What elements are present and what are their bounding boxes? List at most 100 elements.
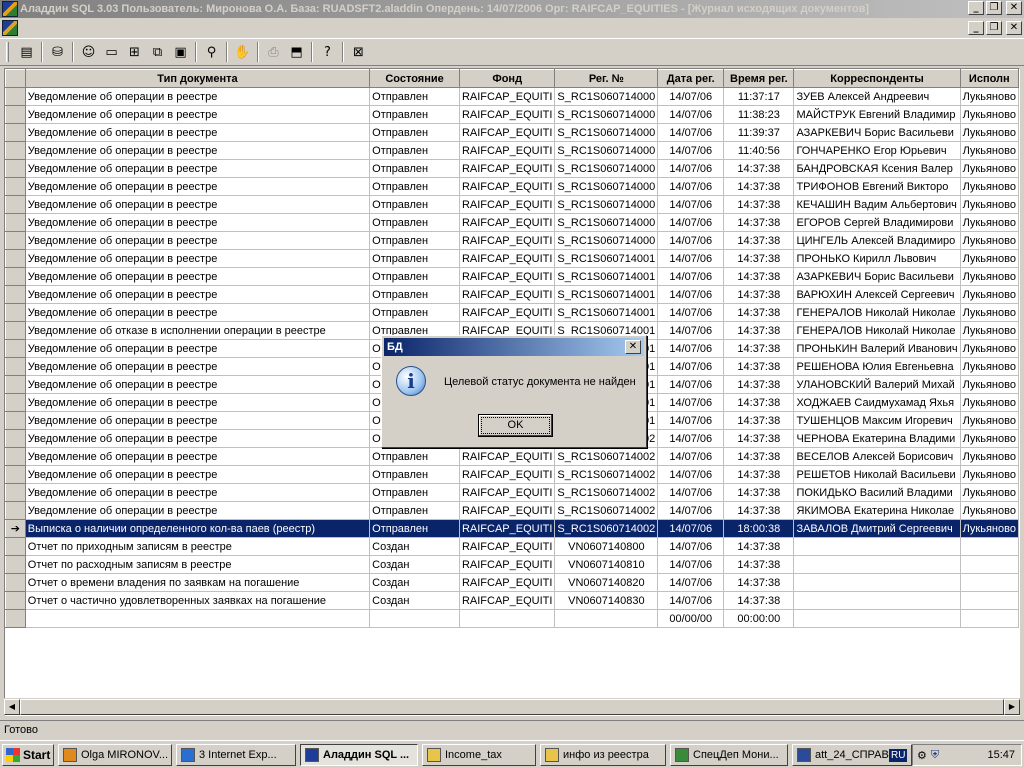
table-cell[interactable]: ПРОНЬКО Кирилл Львович xyxy=(793,249,961,268)
table-cell[interactable]: S_RC1S060714000 xyxy=(554,195,659,214)
table-cell[interactable]: Уведомление об операции в реестре xyxy=(25,159,371,178)
doc-close-button[interactable]: ✕ xyxy=(1006,21,1022,35)
table-row[interactable]: Уведомление об операции в реестреОтправл… xyxy=(5,231,1019,250)
table-cell[interactable]: RAIFCAP_EQUITI xyxy=(459,573,556,592)
tile-icon[interactable]: ⊞ xyxy=(123,41,146,63)
table-cell[interactable]: 14:37:38 xyxy=(723,195,795,214)
table-row[interactable]: Уведомление об операции в реестреОтправл… xyxy=(5,465,1019,484)
table-row[interactable]: Уведомление об операции в реестреОтправл… xyxy=(5,87,1019,106)
table-cell[interactable]: Лукьяново xyxy=(960,87,1019,106)
table-cell[interactable]: RAIFCAP_EQUITI xyxy=(459,159,556,178)
table-cell[interactable] xyxy=(25,609,371,628)
table-cell[interactable]: Лукьяново xyxy=(960,195,1019,214)
table-cell[interactable]: S_RC1S060714000 xyxy=(554,141,659,160)
table-cell[interactable]: S_RC1S060714002 xyxy=(554,465,659,484)
table-row[interactable]: Уведомление об операции в реестреОтправл… xyxy=(5,303,1019,322)
table-cell[interactable]: 14/07/06 xyxy=(657,465,725,484)
table-cell[interactable]: Уведомление об операции в реестре xyxy=(25,123,371,142)
table-cell[interactable]: Лукьяново xyxy=(960,393,1019,412)
table-cell[interactable]: Лукьяново xyxy=(960,357,1019,376)
table-cell[interactable]: Лукьяново xyxy=(960,429,1019,448)
column-header[interactable]: Рег. № xyxy=(554,69,659,88)
row-indicator[interactable] xyxy=(5,123,26,142)
table-cell[interactable]: Уведомление об операции в реестре xyxy=(25,465,371,484)
taskbar-item[interactable]: СпецДеп Мони... xyxy=(670,743,788,766)
table-cell[interactable]: Отправлен xyxy=(369,177,460,196)
table-cell[interactable]: RAIFCAP_EQUITI xyxy=(459,123,556,142)
table-cell[interactable]: 14/07/06 xyxy=(657,519,725,538)
table-cell[interactable]: Уведомление об операции в реестре xyxy=(25,303,371,322)
stop-icon[interactable]: ✋ xyxy=(231,41,254,63)
cascade-icon[interactable]: ⧉ xyxy=(146,41,169,63)
language-indicator[interactable]: RU xyxy=(889,748,908,762)
table-cell[interactable]: 14/07/06 xyxy=(657,483,725,502)
table-cell[interactable]: S_RC1S060714000 xyxy=(554,231,659,250)
table-cell[interactable]: Лукьяново xyxy=(960,447,1019,466)
table-cell[interactable]: 14/07/06 xyxy=(657,375,725,394)
taskbar-item[interactable]: Income_tax xyxy=(422,743,536,766)
scroll-left-icon[interactable]: ◀ xyxy=(4,699,20,715)
table-cell[interactable]: ГОНЧАРЕНКО Егор Юрьевич xyxy=(793,141,961,160)
table-cell[interactable]: 11:39:37 xyxy=(723,123,795,142)
table-cell[interactable]: 14/07/06 xyxy=(657,87,725,106)
table-cell[interactable]: МАЙСТРУК Евгений Владимир xyxy=(793,105,961,124)
table-cell[interactable]: Отчет о времени владения по заявкам на п… xyxy=(25,573,371,592)
table-cell[interactable]: 14/07/06 xyxy=(657,501,725,520)
table-cell[interactable]: ПОКИДЬКО Василий Владими xyxy=(793,483,961,502)
table-cell[interactable]: 14/07/06 xyxy=(657,321,725,340)
row-indicator[interactable] xyxy=(5,177,26,196)
table-cell[interactable]: 14/07/06 xyxy=(657,141,725,160)
table-cell[interactable]: 14:37:38 xyxy=(723,339,795,358)
table-cell[interactable]: 14/07/06 xyxy=(657,267,725,286)
table-cell[interactable]: Уведомление об операции в реестре xyxy=(25,141,371,160)
table-cell[interactable]: РЕШЕНОВА Юлия Евгеньевна xyxy=(793,357,961,376)
table-cell[interactable]: Создан xyxy=(369,555,460,574)
table-cell[interactable]: 14:37:38 xyxy=(723,357,795,376)
scroll-right-icon[interactable]: ▶ xyxy=(1004,699,1020,715)
table-cell[interactable]: ЗУЕВ Алексей Андреевич xyxy=(793,87,961,106)
row-indicator[interactable] xyxy=(5,87,26,106)
table-cell[interactable]: VN0607140820 xyxy=(554,573,659,592)
dialog-close-icon[interactable]: ✕ xyxy=(625,340,641,354)
tray-shield-icon[interactable]: ⛨ xyxy=(931,748,939,762)
column-header[interactable]: Исполн xyxy=(959,69,1019,88)
print-icon[interactable]: ⎙ xyxy=(262,41,285,63)
table-cell[interactable]: 14/07/06 xyxy=(657,555,725,574)
table-row[interactable]: ➔ Выписка о наличии определенного кол-ва … xyxy=(5,519,1019,538)
app-icon[interactable] xyxy=(2,1,18,17)
table-cell[interactable]: Отправлен xyxy=(369,447,460,466)
table-cell[interactable]: Выписка о наличии определенного кол-ва п… xyxy=(25,519,371,538)
minimize-button[interactable]: _ xyxy=(968,1,984,15)
window-titlebar[interactable]: Аладдин SQL 3.03 Пользователь: Миронова … xyxy=(0,0,1024,18)
table-cell[interactable]: Отправлен xyxy=(369,87,460,106)
table-cell[interactable]: Лукьяново xyxy=(960,375,1019,394)
table-cell[interactable]: VN0607140810 xyxy=(554,555,659,574)
table-cell[interactable]: 14:37:38 xyxy=(723,591,795,610)
table-cell[interactable]: 14:37:38 xyxy=(723,267,795,286)
table-cell[interactable]: 14/07/06 xyxy=(657,447,725,466)
table-cell[interactable]: S_RC1S060714001 xyxy=(554,267,659,286)
column-header[interactable]: Фонд xyxy=(458,69,556,88)
exit-icon[interactable]: ⊠ xyxy=(347,41,370,63)
table-cell[interactable]: Создан xyxy=(369,573,460,592)
row-indicator[interactable] xyxy=(5,267,26,286)
table-cell[interactable]: 14/07/06 xyxy=(657,429,725,448)
table-cell[interactable]: Отправлен xyxy=(369,303,460,322)
table-cell[interactable]: Лукьяново xyxy=(960,411,1019,430)
table-cell[interactable]: 14:37:38 xyxy=(723,213,795,232)
table-cell[interactable]: Уведомление об операции в реестре xyxy=(25,231,371,250)
table-cell[interactable]: Уведомление об операции в реестре xyxy=(25,483,371,502)
horizontal-scrollbar[interactable]: ◀ ▶ xyxy=(4,698,1020,715)
row-indicator[interactable] xyxy=(5,213,26,232)
table-cell[interactable]: 14:37:38 xyxy=(723,573,795,592)
table-cell[interactable]: АЗАРКЕВИЧ Борис Васильеви xyxy=(793,123,961,142)
table-cell[interactable]: 11:37:17 xyxy=(723,87,795,106)
table-cell[interactable]: Отправлен xyxy=(369,249,460,268)
table-cell[interactable]: Лукьяново xyxy=(960,483,1019,502)
table-cell[interactable]: Лукьяново xyxy=(960,177,1019,196)
table-cell[interactable]: 00:00:00 xyxy=(723,609,795,628)
row-indicator[interactable] xyxy=(5,141,26,160)
column-header[interactable]: Тип документа xyxy=(24,69,371,88)
table-cell[interactable]: АЗАРКЕВИЧ Борис Васильеви xyxy=(793,267,961,286)
table-cell[interactable]: 14/07/06 xyxy=(657,195,725,214)
